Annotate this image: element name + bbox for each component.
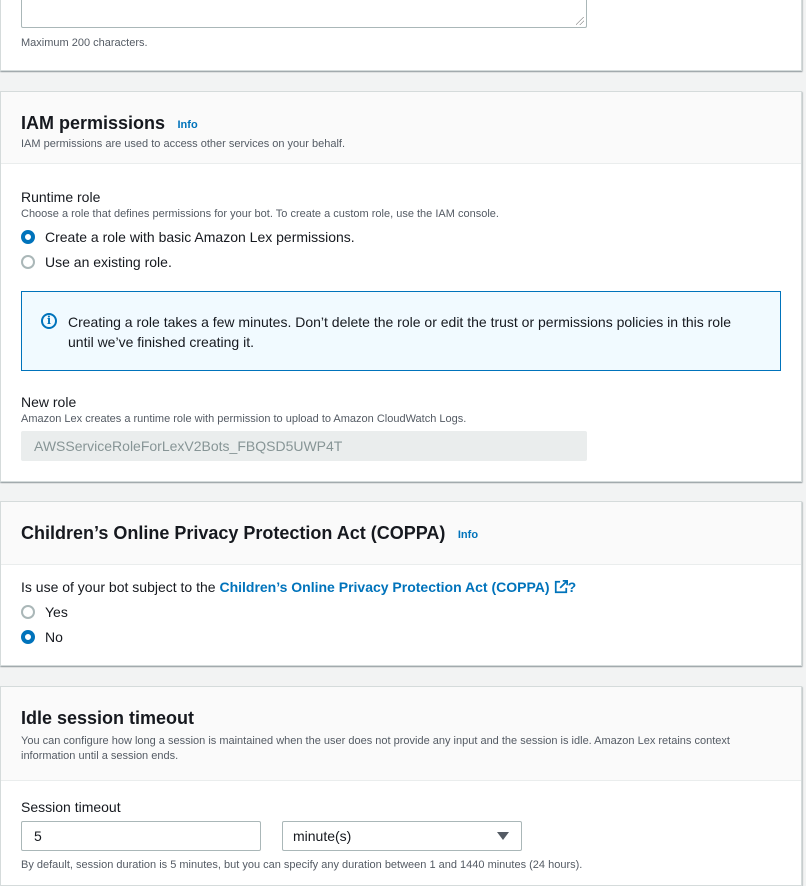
alert-text: Creating a role takes a few minutes. Don… xyxy=(68,314,731,350)
radio-button-selected[interactable] xyxy=(21,229,35,244)
caret-down-icon xyxy=(497,832,509,840)
coppa-question-prefix: Is use of your bot subject to the xyxy=(21,579,220,595)
coppa-link[interactable]: Children’s Online Privacy Protection Act… xyxy=(219,579,568,595)
description-textarea[interactable] xyxy=(21,0,587,28)
coppa-radio-group: Yes No xyxy=(21,599,68,649)
resize-handle[interactable] xyxy=(576,17,584,25)
radio-button[interactable] xyxy=(21,604,35,619)
external-link-icon xyxy=(554,580,568,594)
coppa-panel-header: Children’s Online Privacy Protection Act… xyxy=(1,502,801,565)
runtime-role-label: Runtime role xyxy=(21,189,101,205)
radio-coppa-no[interactable]: No xyxy=(21,624,68,649)
runtime-role-description: Choose a role that defines permissions f… xyxy=(21,208,499,220)
timeout-unit-value: minute(s) xyxy=(293,828,352,844)
coppa-question-suffix: ? xyxy=(567,579,577,595)
radio-coppa-yes[interactable]: Yes xyxy=(21,599,68,624)
runtime-role-radio-group: Create a role with basic Amazon Lex perm… xyxy=(21,224,355,274)
iam-permissions-panel: IAM permissions Info IAM permissions are… xyxy=(0,91,802,482)
radio-create-role-label: Create a role with basic Amazon Lex perm… xyxy=(45,228,355,245)
timeout-unit-select[interactable]: minute(s) xyxy=(282,821,522,851)
info-alert: i Creating a role takes a few minutes. D… xyxy=(21,291,781,371)
radio-existing-role[interactable]: Use an existing role. xyxy=(21,249,355,274)
radio-coppa-yes-label: Yes xyxy=(45,603,68,620)
coppa-link-text[interactable]: Children’s Online Privacy Protection Act… xyxy=(219,579,549,595)
session-timeout-label: Session timeout xyxy=(21,799,121,815)
session-timeout-input[interactable]: 5 xyxy=(21,821,261,851)
radio-coppa-no-label: No xyxy=(45,628,63,645)
coppa-info-link[interactable]: Info xyxy=(458,529,478,541)
new-role-description: Amazon Lex creates a runtime role with p… xyxy=(21,413,467,425)
info-icon: i xyxy=(41,313,57,329)
description-hint: Maximum 200 characters. xyxy=(21,37,148,49)
description-panel: Maximum 200 characters. xyxy=(0,0,802,71)
iam-info-link[interactable]: Info xyxy=(178,119,198,131)
idle-description: You can configure how long a session is … xyxy=(21,735,730,762)
idle-panel-header: Idle session timeout You can configure h… xyxy=(1,687,801,781)
radio-button-selected[interactable] xyxy=(21,629,35,644)
coppa-panel: Children’s Online Privacy Protection Act… xyxy=(0,501,802,666)
idle-session-panel: Idle session timeout You can configure h… xyxy=(0,686,802,886)
iam-panel-header: IAM permissions Info IAM permissions are… xyxy=(1,92,801,164)
radio-existing-role-label: Use an existing role. xyxy=(45,253,172,270)
radio-create-role[interactable]: Create a role with basic Amazon Lex perm… xyxy=(21,224,355,249)
idle-title: Idle session timeout xyxy=(21,708,195,728)
iam-description: IAM permissions are used to access other… xyxy=(21,138,346,150)
session-timeout-hint: By default, session duration is 5 minute… xyxy=(21,859,583,871)
iam-title: IAM permissions xyxy=(21,113,166,133)
coppa-question: Is use of your bot subject to the Childr… xyxy=(21,578,576,596)
new-role-input: AWSServiceRoleForLexV2Bots_FBQSD5UWP4T xyxy=(21,431,587,461)
radio-button[interactable] xyxy=(21,254,35,269)
coppa-title: Children’s Online Privacy Protection Act… xyxy=(21,523,446,543)
new-role-label: New role xyxy=(21,394,77,410)
